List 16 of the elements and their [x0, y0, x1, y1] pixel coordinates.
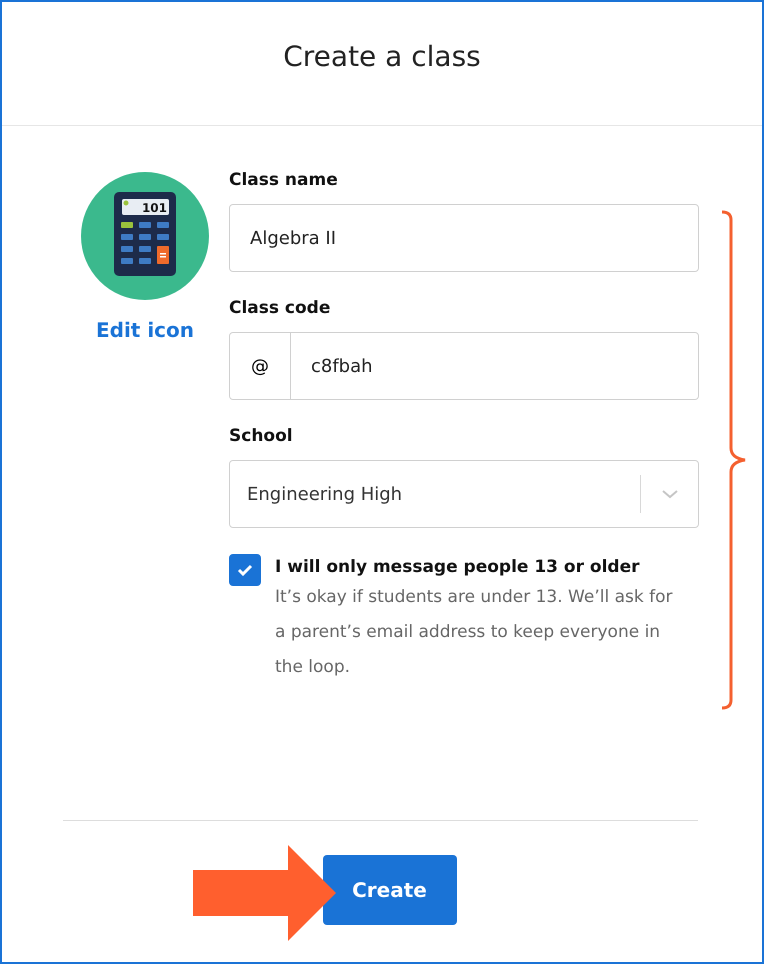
checkbox[interactable] — [229, 554, 261, 586]
dialog-title: Create a class — [2, 2, 762, 126]
code-field[interactable]: @ c8fbah — [229, 332, 699, 400]
field-label: Class code — [229, 298, 332, 318]
field-label: School — [229, 426, 294, 446]
field-label: Class name — [229, 170, 339, 190]
checkbox-label: I will only message people 13 or older — [275, 556, 640, 579]
create-button[interactable]: Create — [322, 855, 456, 925]
edit-icon-link[interactable]: Edit icon — [96, 318, 194, 342]
calculator-icon: 101 — [81, 172, 209, 300]
text-field[interactable]: Algebra II — [229, 204, 699, 272]
at-prefix: @ — [230, 333, 291, 399]
checkmark-icon — [237, 563, 253, 577]
checkbox-description: It’s okay if students are under 13. We’ll ask for a parent’s email address to keep everyone in the loop. — [275, 586, 674, 679]
chevron-down-icon — [661, 489, 679, 499]
school-dropdown[interactable]: Engineering High — [229, 460, 699, 528]
